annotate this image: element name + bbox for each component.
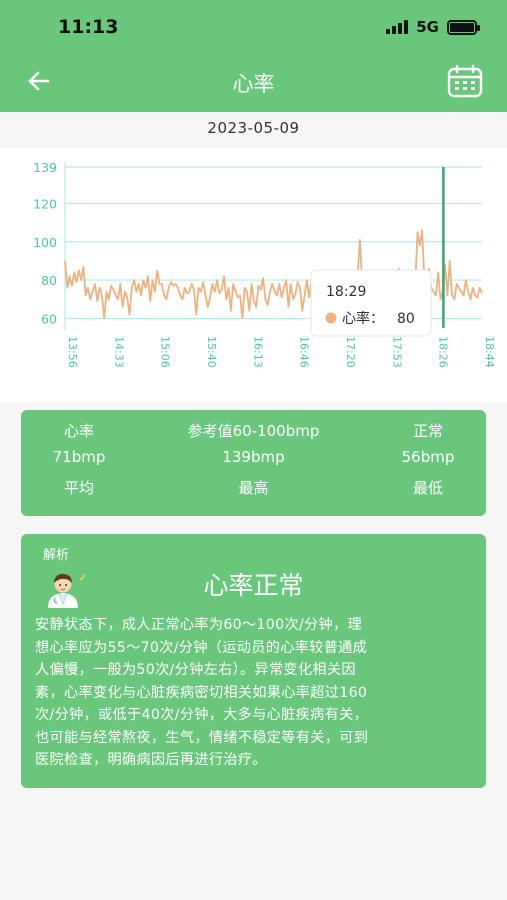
analysis-line: 也可能与经常熬夜，生气，情绪不稳定等有关，可到 [35,729,369,746]
x-tick-label: 15:06 [159,336,172,368]
date-selector[interactable]: 2023-05-09 [0,112,507,148]
stats-panel: 心率 参考值60-100bmp 正常 71bmp 139bmp 56bmp 平均… [21,410,486,516]
stats-status: 正常 [412,422,443,440]
x-tick-label: 13:56 [66,336,79,368]
analysis-text: 安静状态下，成人正常心率为60～100次/分钟，理 想心率应为55～70次/分钟… [35,614,475,772]
stats-max-value: 139bmp [222,448,285,466]
analysis-line: 素，心率变化与心脏疾病密切相关如果心率超过160 [35,684,368,701]
x-tick-label: 18:26 [437,336,450,368]
analysis-line: 人偏慢，一般为50次/分钟左右）。异常变化相关因 [35,662,356,678]
stats-min-value: 56bmp [401,448,455,466]
battery-icon [447,19,480,35]
y-tick-label: 120 [33,196,57,211]
x-tick-label: 17:20 [344,336,357,368]
x-tick-label: 17:53 [390,336,403,368]
tooltip-time: 18:29 [326,284,366,300]
x-tick-label: 18:44 [483,336,496,368]
analysis-line: 次/分钟，或低于40次/分钟，大多与心脏疾病有关， [35,707,369,723]
stats-label-heart-rate: 心率 [63,422,94,440]
y-tick-label: 80 [41,273,57,288]
x-tick-label: 16:46 [298,336,311,368]
stats-average-value: 71bmp [52,448,106,466]
header-bar: 11:13 5G 心率 [0,0,507,112]
analysis-label: 解析 [43,548,70,563]
network-type: 5G [416,18,439,36]
signal-icon [386,20,409,34]
analysis-verdict: 心率正常 [203,571,304,600]
tooltip-series-dot [325,312,337,324]
status-indicators: 5G [386,18,480,36]
x-tick-label: 16:13 [251,336,264,368]
y-tick-label: 139 [33,160,57,175]
status-time: 11:13 [58,16,119,38]
analysis-line: 想心率应为55～70次/分钟（运动员的心率较普通成 [35,639,368,656]
x-tick-label: 15:40 [205,336,218,368]
chart-svg: 139 120 100 80 60 13:56 14:33 15:06 15:40 16:13 16… [33,160,496,368]
stats-reference-range: 参考值60-100bmp [187,422,320,440]
y-tick-label: 60 [41,311,57,326]
calendar-icon[interactable] [447,64,483,98]
x-tick-label: 14:33 [112,336,125,368]
stats-max-label: 最高 [238,479,269,497]
analysis-line: 安静状态下，成人正常心率为60～100次/分钟，理 [35,617,362,633]
tooltip-series-label: 心率： [342,310,384,327]
tooltip-value: 80 [397,311,415,327]
analysis-card: 解析 心率正常 安静状态下，成人正常心率为60～100次/分钟，理 想心率应为5… [21,534,486,788]
analysis-line: 医院检查，明确病因后再进行治疗。 [35,752,267,768]
heart-rate-chart: 139 120 100 80 60 13:56 14:33 15:06 15:40 16:13 16… [0,148,507,402]
page-title: 心率 [232,72,275,96]
stats-min-label: 最低 [412,479,443,497]
y-tick-label: 100 [33,235,57,250]
stats-average-label: 平均 [63,479,94,497]
